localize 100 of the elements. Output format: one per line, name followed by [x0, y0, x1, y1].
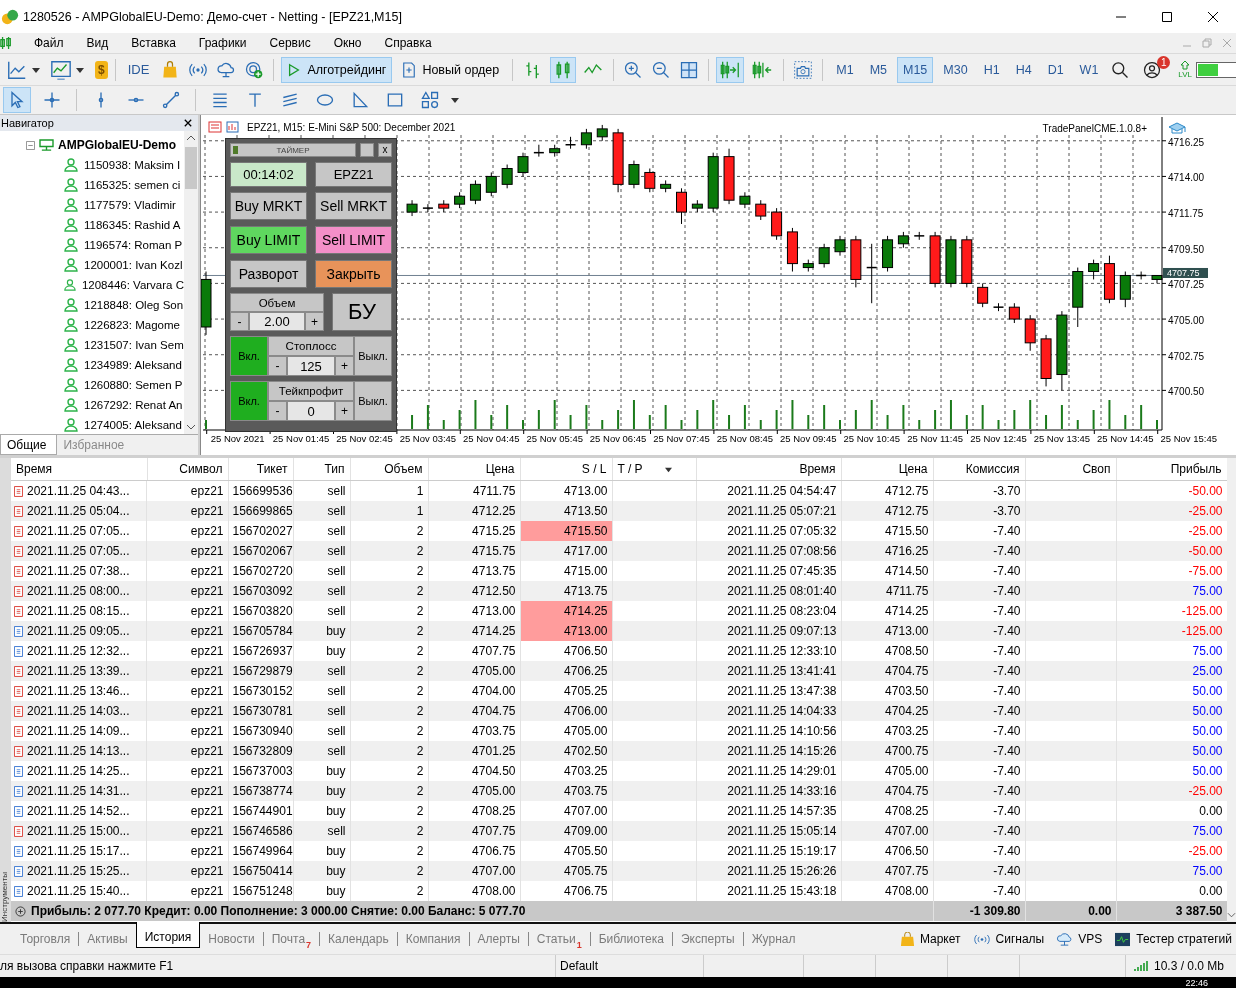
- menu-item[interactable]: Сервис: [257, 33, 322, 53]
- increase-button[interactable]: +: [305, 312, 324, 331]
- scrollbar-thumb[interactable]: [185, 147, 197, 189]
- camera-icon[interactable]: [793, 59, 814, 80]
- column-header[interactable]: Цена: [841, 458, 933, 481]
- panel-tab[interactable]: Алерты: [469, 928, 528, 950]
- scrollbar[interactable]: [1227, 458, 1236, 922]
- trade-button[interactable]: Sell MRKT: [315, 192, 392, 220]
- service-button[interactable]: Маркет: [899, 931, 961, 947]
- timeframe-button[interactable]: M30: [937, 56, 974, 83]
- column-header[interactable]: Тикет: [228, 458, 293, 481]
- timeframe-button[interactable]: M5: [863, 56, 893, 83]
- column-header[interactable]: S / L: [520, 458, 612, 481]
- navigator-tab[interactable]: Общие: [0, 435, 58, 455]
- decrease-button[interactable]: -: [268, 356, 287, 376]
- minimize-button[interactable]: [360, 143, 374, 157]
- expand-icon[interactable]: [15, 906, 26, 917]
- timeframe-button[interactable]: D1: [1041, 56, 1070, 83]
- account-item[interactable]: 1196574: Roman P: [84, 239, 183, 251]
- service-button[interactable]: Сигналы: [972, 931, 1045, 947]
- account-item[interactable]: 1208446: Varvara C: [81, 279, 184, 291]
- panel-tab[interactable]: Журнал: [743, 928, 804, 950]
- cursor-tool-button[interactable]: [3, 87, 31, 113]
- disable-button[interactable]: Выкл.: [354, 336, 392, 376]
- chart-window-icon[interactable]: [226, 121, 239, 133]
- account-item[interactable]: 1231507: Ivan Sem: [84, 339, 184, 351]
- panel-tab[interactable]: Компания: [397, 928, 469, 950]
- trade-button[interactable]: Разворот: [230, 260, 307, 288]
- timeframe-button[interactable]: M1: [830, 56, 860, 83]
- list-icon[interactable]: [208, 121, 222, 133]
- account-item[interactable]: 1226823: Magome: [84, 319, 180, 331]
- increase-button[interactable]: +: [335, 356, 354, 376]
- menu-item[interactable]: Графики: [186, 33, 258, 53]
- decrease-button[interactable]: -: [268, 401, 287, 421]
- panel-tab[interactable]: Эксперты: [672, 928, 743, 950]
- server-name[interactable]: AMPGlobalEU-Demo: [58, 138, 176, 152]
- decrease-button[interactable]: -: [230, 312, 249, 331]
- timeframe-button[interactable]: H4: [1009, 56, 1038, 83]
- target-plus-icon[interactable]: [244, 59, 265, 80]
- timeframe-button[interactable]: W1: [1073, 56, 1105, 83]
- account-item[interactable]: 1177579: Vladimir: [84, 199, 176, 211]
- service-button[interactable]: Тестер стратегий: [1114, 931, 1232, 947]
- column-header[interactable]: Комиссия: [933, 458, 1025, 481]
- panel-tab[interactable]: История: [135, 922, 201, 948]
- menu-item[interactable]: Вид: [74, 33, 120, 53]
- panel-tab[interactable]: Статьи$_{1}$: [528, 928, 590, 950]
- account-item[interactable]: 1165325: semen ci: [84, 179, 181, 191]
- disable-button[interactable]: Выкл.: [354, 381, 392, 421]
- trade-button[interactable]: Sell LIMIT: [315, 226, 392, 254]
- trade-button[interactable]: Закрыть: [315, 260, 392, 288]
- algo-trading-button[interactable]: Алготрейдинг: [281, 56, 393, 83]
- close-button[interactable]: x: [378, 143, 392, 157]
- points-field[interactable]: 125: [287, 356, 335, 376]
- account-item[interactable]: 1267292: Renat An: [84, 399, 183, 411]
- ide-button[interactable]: IDE: [122, 56, 155, 83]
- column-header[interactable]: Цена: [428, 458, 520, 481]
- auto-scroll-button[interactable]: [716, 56, 745, 83]
- account-item[interactable]: 1234989: Aleksand: [84, 359, 182, 371]
- panel-tab[interactable]: Календарь: [320, 928, 397, 950]
- graduation-cap-icon[interactable]: [1168, 122, 1186, 134]
- scroll-down-icon[interactable]: [186, 424, 196, 430]
- column-header[interactable]: Время: [696, 458, 841, 481]
- column-header[interactable]: Символ: [147, 458, 228, 481]
- account-item[interactable]: 1200001: Ivan Kozl: [84, 259, 183, 271]
- wallet-button[interactable]: $: [95, 60, 108, 79]
- close-icon[interactable]: [184, 119, 192, 127]
- points-field[interactable]: 0: [287, 401, 335, 421]
- panel-tab[interactable]: Почта$_{7}$: [263, 928, 320, 950]
- scrollbar[interactable]: [184, 131, 198, 434]
- account-item[interactable]: 1218848: Oleg Son: [84, 299, 184, 311]
- timeframe-button[interactable]: H1: [977, 56, 1006, 83]
- collapse-icon[interactable]: [26, 140, 35, 150]
- menu-item[interactable]: Файл: [22, 33, 75, 53]
- account-item[interactable]: 1150938: Maksim I: [84, 159, 181, 171]
- panel-tab[interactable]: Активы: [79, 928, 136, 950]
- toolbox-side-label[interactable]: Инструменты: [0, 870, 10, 922]
- panel-tab[interactable]: Библиотека: [590, 928, 672, 950]
- tile-windows-icon[interactable]: [679, 59, 700, 80]
- user-icon[interactable]: [1142, 59, 1163, 80]
- account-item[interactable]: 1274005: Aleksand: [84, 419, 182, 431]
- new-order-button[interactable]: Новый ордер: [396, 56, 506, 83]
- menu-item[interactable]: Справка: [372, 33, 443, 53]
- column-header[interactable]: Своп: [1025, 458, 1116, 481]
- panel-tab[interactable]: Торговля: [12, 928, 79, 950]
- account-item[interactable]: 1186345: Rashid A: [84, 219, 181, 231]
- column-header[interactable]: Тип: [293, 458, 350, 481]
- caret-icon[interactable]: [451, 96, 459, 104]
- account-item[interactable]: 1260880: Semen P: [84, 379, 183, 391]
- menu-item[interactable]: Окно: [321, 33, 373, 53]
- column-header[interactable]: T / P: [612, 458, 696, 481]
- panel-tab[interactable]: Новости: [200, 928, 263, 950]
- timeframe-button[interactable]: M15: [897, 56, 934, 83]
- enable-button[interactable]: Вкл.: [230, 381, 268, 421]
- column-header[interactable]: Время: [11, 458, 147, 481]
- breakeven-button[interactable]: БУ: [332, 293, 392, 331]
- service-button[interactable]: VPS: [1056, 931, 1103, 947]
- scroll-down-icon[interactable]: [1227, 912, 1236, 918]
- trade-button[interactable]: Buy LIMIT: [230, 226, 307, 254]
- timer-header-bar[interactable]: ТАЙМЕР: [230, 143, 356, 157]
- enable-button[interactable]: Вкл.: [230, 336, 268, 376]
